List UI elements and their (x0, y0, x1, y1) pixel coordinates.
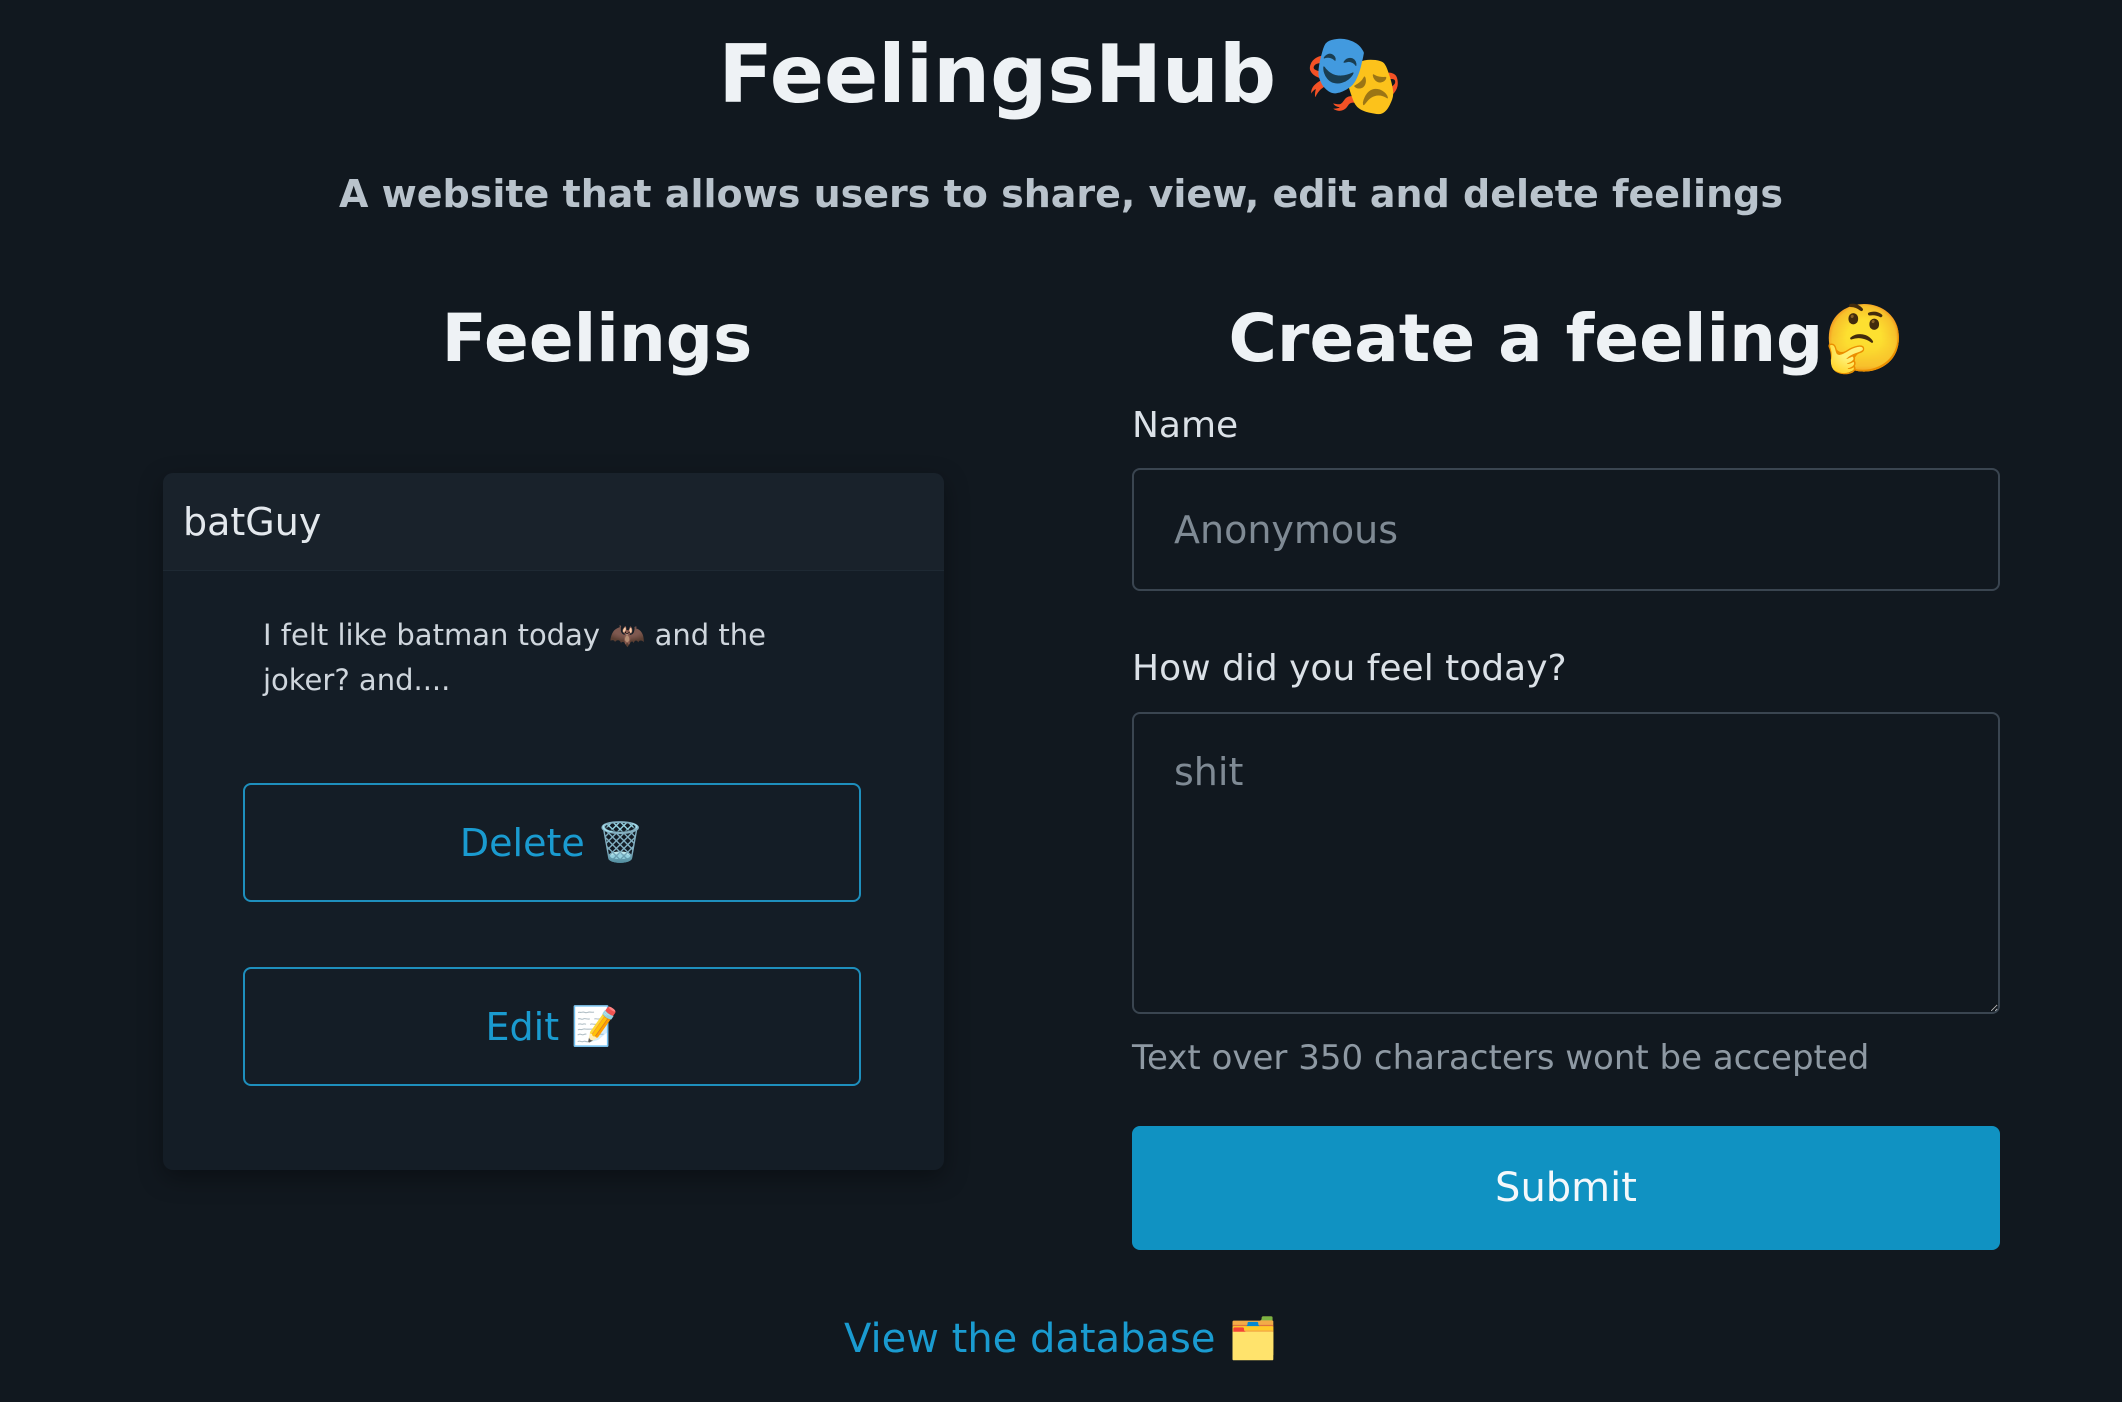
character-limit-hint: Text over 350 characters wont be accepte… (1132, 1038, 1870, 1078)
site-subtitle: A website that allows users to share, vi… (339, 172, 1783, 216)
edit-button[interactable]: Edit 📝 (243, 967, 861, 1086)
view-database-link[interactable]: View the database 🗂️ (0, 1315, 2122, 1362)
feeling-label: How did you feel today? (1132, 648, 1567, 689)
delete-button-label: Delete (459, 820, 585, 865)
delete-button[interactable]: Delete 🗑️ (243, 783, 861, 902)
feelings-heading: Feelings (441, 300, 753, 377)
create-feeling-heading-text: Create a feeling (1228, 300, 1824, 377)
feeling-card: batGuy I felt like batman today 🦇 and th… (163, 473, 944, 1170)
feeling-card-text: I felt like batman today 🦇 and the joker… (263, 618, 766, 697)
trash-icon: 🗑️ (596, 820, 645, 864)
name-label: Name (1132, 405, 1239, 446)
card-index-dividers-icon: 🗂️ (1228, 1316, 1278, 1362)
edit-button-label: Edit (485, 1004, 560, 1049)
submit-button[interactable]: Submit (1132, 1126, 2000, 1250)
feeling-textarea[interactable] (1132, 712, 2000, 1014)
theater-masks-icon: 🎭 (1304, 28, 1404, 121)
memo-icon: 📝 (571, 1004, 619, 1048)
name-input[interactable] (1132, 468, 2000, 591)
site-title: FeelingsHub 🎭 (0, 28, 2122, 122)
view-database-link-text[interactable]: View the database 🗂️ (844, 1316, 1278, 1362)
site-title-text: FeelingsHub (718, 28, 1277, 121)
page: FeelingsHub 🎭 A website that allows user… (0, 0, 2122, 1402)
create-feeling-heading: Create a feeling🤔 (1132, 300, 2002, 378)
feeling-card-author: batGuy (163, 473, 944, 571)
thinking-face-icon: 🤔 (1823, 300, 1906, 377)
